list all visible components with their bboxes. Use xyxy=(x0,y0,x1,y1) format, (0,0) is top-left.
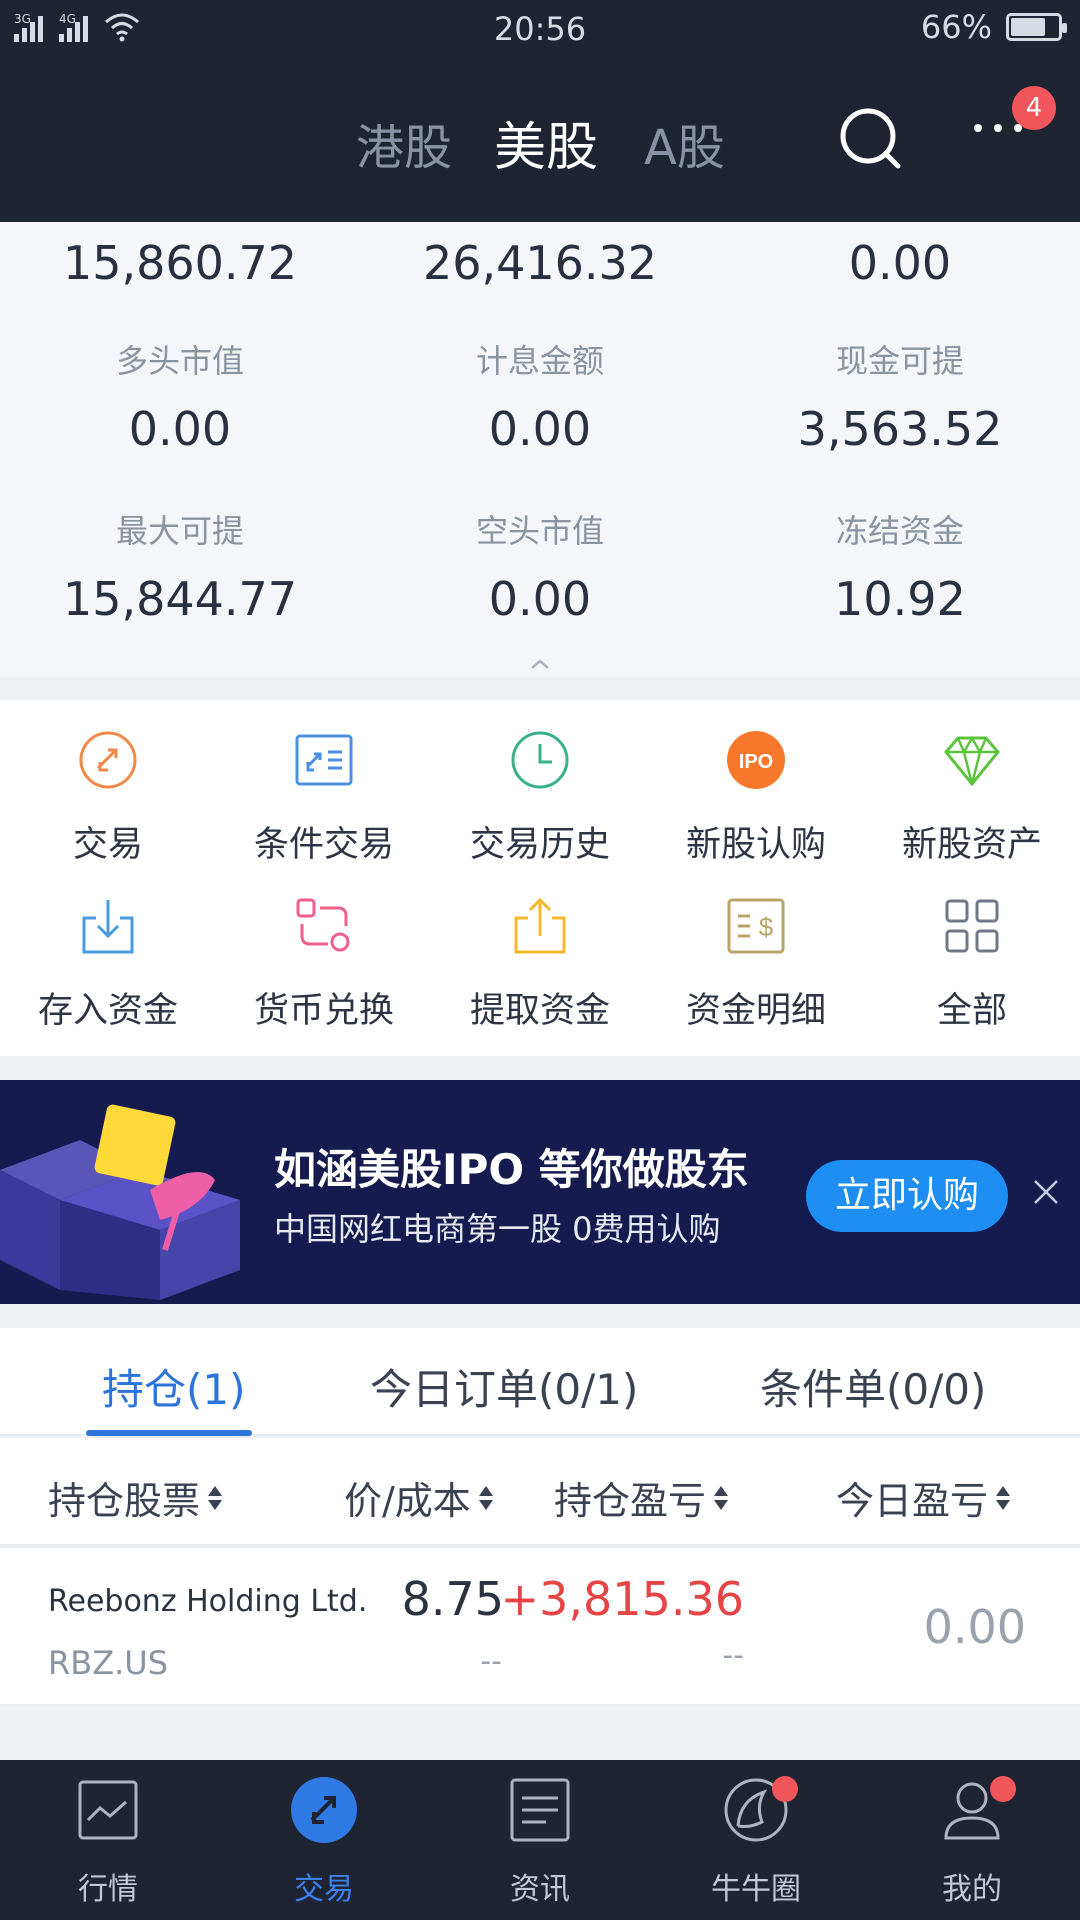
header-today-pl[interactable]: 今日盈亏 xyxy=(836,1470,1011,1525)
stock-price: 8.75 xyxy=(401,1572,504,1626)
tab-today-orders[interactable]: 今日订单(0/1) xyxy=(370,1356,638,1417)
header-position-pl[interactable]: 持仓盈亏 xyxy=(554,1470,729,1525)
notification-badge: 4 xyxy=(1012,86,1056,130)
ipo-icon: IPO xyxy=(727,731,785,789)
nav-community[interactable]: 牛牛圈 xyxy=(648,1760,864,1920)
gift-box-illustration xyxy=(0,1104,240,1300)
quick-actions-grid: 交易 条件交易 交易历史 IPO 新股认购 新股资产 存入资金 货币兑换 提取资… xyxy=(0,700,1080,1056)
market-chart-icon xyxy=(78,1780,138,1840)
summary-short-market-value: 空头市值 0.00 xyxy=(475,512,604,626)
action-conditional-trade[interactable]: 条件交易 xyxy=(216,700,432,865)
tab-conditional-orders[interactable]: 条件单(0/0) xyxy=(760,1356,986,1417)
stock-code: RBZ.US xyxy=(48,1644,169,1682)
status-bar: 3G 4G 20:56 66% xyxy=(0,0,1080,58)
nav-trade[interactable]: 交易 xyxy=(216,1760,432,1920)
summary-top-value: 15,860.72 xyxy=(62,236,298,290)
stock-cost: -- xyxy=(480,1644,502,1679)
sort-icon xyxy=(714,1484,729,1512)
diamond-icon xyxy=(944,735,1000,787)
clock: 20:56 xyxy=(493,10,587,48)
summary-top-value: 26,416.32 xyxy=(422,236,658,290)
tab-hk-stocks[interactable]: 港股 xyxy=(356,108,452,178)
position-tabs: 持仓(1) 今日订单(0/1) 条件单(0/0) xyxy=(0,1328,1080,1436)
notification-dot xyxy=(772,1776,798,1802)
trade-icon xyxy=(79,731,137,789)
trade-icon xyxy=(291,1777,357,1843)
nav-news[interactable]: 资讯 xyxy=(432,1760,648,1920)
battery-percent: 66% xyxy=(920,8,992,46)
news-icon xyxy=(510,1778,570,1842)
svg-text:$: $ xyxy=(759,912,774,942)
summary-max-withdrawable: 最大可提 15,844.77 xyxy=(62,512,298,626)
battery-status: 66% xyxy=(920,8,1067,46)
close-icon[interactable] xyxy=(1032,1178,1060,1206)
stock-name: Reebonz Holding Ltd. xyxy=(48,1584,368,1619)
active-tab-indicator xyxy=(86,1430,252,1436)
position-profit-loss-ratio: -- xyxy=(722,1638,744,1673)
header-price-cost[interactable]: 价/成本 xyxy=(344,1470,493,1525)
banner-subtitle: 中国网红电商第一股 0费用认购 xyxy=(274,1210,721,1248)
svg-text:IPO: IPO xyxy=(739,751,773,773)
position-profit-loss: +3,815.36 xyxy=(500,1572,744,1626)
sort-icon xyxy=(478,1484,493,1512)
sort-icon xyxy=(996,1484,1011,1512)
action-trade[interactable]: 交易 xyxy=(0,700,216,865)
currency-exchange-icon xyxy=(296,898,350,952)
action-currency-exchange[interactable]: 货币兑换 xyxy=(216,866,432,1031)
grid-icon xyxy=(945,899,999,953)
deposit-icon xyxy=(82,900,134,954)
summary-frozen-funds: 冻结资金 10.92 xyxy=(834,512,966,626)
summary-long-market-value: 多头市值 0.00 xyxy=(115,342,244,456)
holdings-table-header: 持仓股票 价/成本 持仓盈亏 今日盈亏 xyxy=(0,1438,1080,1546)
summary-top-value: 0.00 xyxy=(848,236,952,290)
search-icon[interactable] xyxy=(838,106,904,172)
banner-title: 如涵美股IPO 等你做股东 xyxy=(274,1145,749,1194)
history-clock-icon xyxy=(511,731,569,789)
chevron-up-icon[interactable] xyxy=(528,652,552,676)
nav-market[interactable]: 行情 xyxy=(0,1760,216,1920)
subscribe-now-button[interactable]: 立即认购 xyxy=(806,1160,1008,1232)
action-deposit[interactable]: 存入资金 xyxy=(0,866,216,1031)
action-ipo-subscribe[interactable]: IPO 新股认购 xyxy=(648,700,864,865)
fund-details-icon: $ xyxy=(727,898,785,954)
nav-profile[interactable]: 我的 xyxy=(864,1760,1080,1920)
notification-dot xyxy=(990,1776,1016,1802)
action-fund-details[interactable]: $ 资金明细 xyxy=(648,866,864,1031)
ipo-promo-banner[interactable]: 如涵美股IPO 等你做股东 中国网红电商第一股 0费用认购 立即认购 xyxy=(0,1080,1080,1304)
account-summary: 15,860.72 26,416.32 0.00 多头市值 0.00 计息金额 … xyxy=(0,222,1080,678)
battery-icon xyxy=(1006,13,1067,41)
action-withdraw[interactable]: 提取资金 xyxy=(432,866,648,1031)
summary-cash-withdrawable: 现金可提 3,563.52 xyxy=(797,342,1003,456)
table-row[interactable]: Reebonz Holding Ltd. RBZ.US 8.75 -- +3,8… xyxy=(0,1548,1080,1706)
action-all[interactable]: 全部 xyxy=(864,866,1080,1031)
tab-a-stocks[interactable]: A股 xyxy=(644,108,725,178)
tab-us-stocks[interactable]: 美股 xyxy=(494,105,598,180)
today-profit-loss: 0.00 xyxy=(923,1600,1026,1654)
summary-interest-amount: 计息金额 0.00 xyxy=(475,342,604,456)
market-tabs: 港股 美股 A股 xyxy=(0,108,1080,178)
sort-icon xyxy=(208,1484,223,1512)
action-ipo-assets[interactable]: 新股资产 xyxy=(864,700,1080,865)
app-header: 3G 4G 20:56 66% 港股 美股 A股 4 xyxy=(0,0,1080,222)
action-trade-history[interactable]: 交易历史 xyxy=(432,700,648,865)
header-stock[interactable]: 持仓股票 xyxy=(48,1470,223,1525)
bottom-navigation: 行情 交易 资讯 牛牛圈 我的 xyxy=(0,1760,1080,1920)
tab-holdings[interactable]: 持仓(1) xyxy=(102,1356,246,1417)
withdraw-icon xyxy=(514,897,566,954)
conditional-trade-icon xyxy=(295,734,353,786)
